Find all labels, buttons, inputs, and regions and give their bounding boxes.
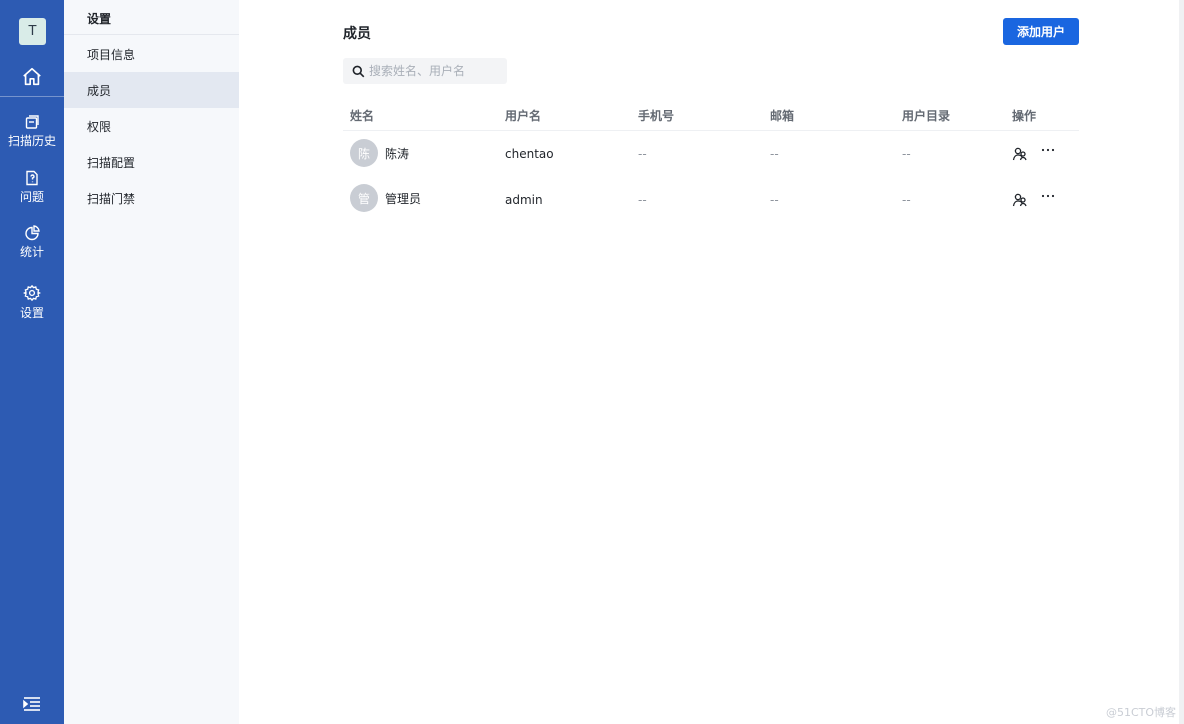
member-email: -- <box>770 147 779 161</box>
sidebar-item-scan-config[interactable]: 扫描配置 <box>64 144 239 180</box>
rail-item-settings[interactable]: 设置 <box>0 284 64 321</box>
column-header-name: 姓名 <box>350 109 375 123</box>
sidebar-item-label: 权限 <box>87 119 112 134</box>
member-phone: -- <box>638 193 647 207</box>
sidebar-divider <box>64 34 239 35</box>
sidebar-item-permissions[interactable]: 权限 <box>64 108 239 144</box>
rail-item-label: 设置 <box>19 306 44 320</box>
more-actions-button[interactable] <box>1040 142 1056 162</box>
home-icon <box>23 67 41 86</box>
member-username: admin <box>505 193 543 207</box>
sidebar-item-label: 成员 <box>87 83 112 98</box>
avatar: 管 <box>350 184 378 212</box>
more-actions-button[interactable] <box>1040 188 1056 208</box>
column-header-directory: 用户目录 <box>902 109 951 123</box>
sidebar-item-label: 项目信息 <box>87 47 136 62</box>
sidebar-item-scan-gate[interactable]: 扫描门禁 <box>64 180 239 216</box>
left-rail: T 扫描历史 问题 统计 设置 <box>0 0 64 724</box>
home-button[interactable] <box>0 58 64 96</box>
member-name: 陈涛 <box>385 147 410 161</box>
search-box[interactable] <box>343 58 507 84</box>
rail-item-label: 问题 <box>19 190 44 204</box>
rail-item-label: 扫描历史 <box>7 134 56 148</box>
rail-item-label: 统计 <box>19 245 44 259</box>
gear-icon <box>23 284 41 302</box>
sidebar-item-project-info[interactable]: 项目信息 <box>64 36 239 72</box>
member-role-button[interactable] <box>1012 146 1028 162</box>
watermark: @51CTO博客 <box>1106 706 1177 719</box>
user-group-icon <box>1012 193 1027 207</box>
avatar: 陈 <box>350 139 378 167</box>
rail-item-scan-history[interactable]: 扫描历史 <box>0 114 64 149</box>
member-phone: -- <box>638 147 647 161</box>
table-header-divider <box>343 130 1079 131</box>
member-directory: -- <box>902 147 911 161</box>
sidebar-title: 设置 <box>87 12 112 26</box>
more-icon <box>1041 148 1055 152</box>
sidebar-item-label: 扫描配置 <box>87 155 136 170</box>
issue-file-icon <box>26 170 38 186</box>
user-group-icon <box>1012 147 1027 161</box>
column-header-phone: 手机号 <box>638 109 675 123</box>
more-icon <box>1041 194 1055 198</box>
member-role-button[interactable] <box>1012 192 1028 208</box>
sidebar-item-members[interactable]: 成员 <box>64 72 239 108</box>
rail-item-statistics[interactable]: 统计 <box>0 225 64 260</box>
member-directory: -- <box>902 193 911 207</box>
column-header-actions: 操作 <box>1012 109 1037 123</box>
search-icon <box>352 65 365 77</box>
rail-divider <box>0 96 64 97</box>
project-avatar[interactable]: T <box>19 18 46 45</box>
member-username: chentao <box>505 147 554 161</box>
page-title: 成员 <box>343 26 371 42</box>
column-header-username: 用户名 <box>505 109 542 123</box>
search-input[interactable] <box>369 64 499 78</box>
add-user-button[interactable]: 添加用户 <box>1003 18 1079 45</box>
window-edge <box>1179 0 1184 724</box>
collapse-button[interactable] <box>22 694 42 714</box>
member-email: -- <box>770 193 779 207</box>
member-name: 管理员 <box>385 192 422 206</box>
indent-icon <box>23 697 40 711</box>
pie-chart-icon <box>25 225 40 241</box>
column-header-email: 邮箱 <box>770 109 795 123</box>
sidebar-item-label: 扫描门禁 <box>87 191 136 206</box>
settings-sidebar: 设置 项目信息 成员 权限 扫描配置 扫描门禁 <box>64 0 239 724</box>
history-icon <box>25 115 39 129</box>
rail-item-issues[interactable]: 问题 <box>0 170 64 205</box>
